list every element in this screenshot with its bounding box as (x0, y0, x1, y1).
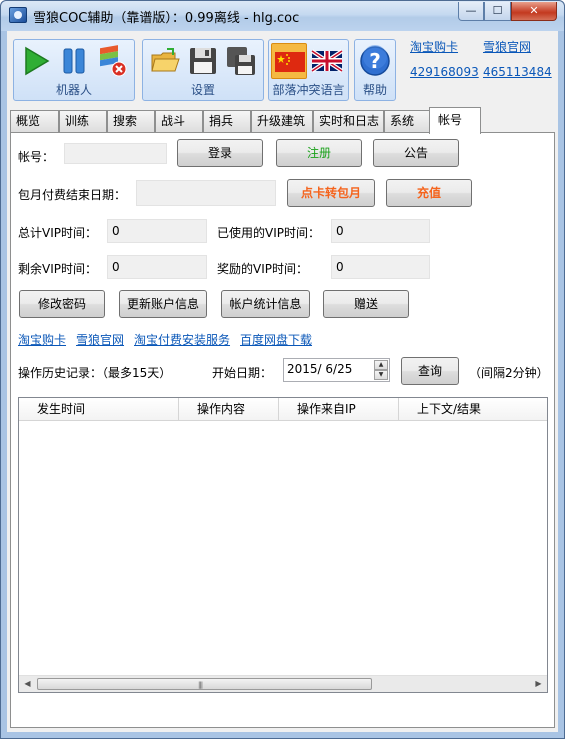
save-settings-button[interactable] (185, 43, 221, 79)
login-button[interactable]: 登录 (177, 139, 263, 167)
tab-donate[interactable]: 捐兵 (203, 110, 251, 133)
app-window: 雪狼COC辅助（靠谱版）：0.99离线 - hlg.coc — ☐ ✕ 机器人 … (0, 0, 565, 739)
toolbar-group-language-label: 部落冲突语言 (272, 83, 345, 97)
monthly-end-label: 包月付费结束日期： (18, 188, 127, 202)
toolbar-group-help: ? 帮助 (354, 39, 396, 101)
tab-upgrade[interactable]: 升级建筑 (251, 110, 313, 133)
maximize-button[interactable]: ☐ (484, 2, 511, 21)
start-date-label: 开始日期： (212, 366, 273, 380)
used-vip-label: 已使用的VIP时间： (217, 226, 320, 240)
play-icon (25, 46, 50, 76)
china-flag-icon (275, 52, 305, 72)
account-stats-button[interactable]: 帐户统计信息 (221, 290, 310, 318)
col-time[interactable]: 发生时间 (19, 398, 179, 421)
open-folder-icon (151, 48, 180, 72)
link-install-service[interactable]: 淘宝付费安装服务 (134, 331, 230, 348)
reward-vip-label: 奖励的VIP时间： (217, 262, 308, 276)
remaining-vip-field: 0 (107, 255, 207, 279)
window-title: 雪狼COC辅助（靠谱版）：0.99离线 - hlg.coc (33, 11, 300, 26)
minimize-button[interactable]: — (458, 2, 484, 21)
tab-overview[interactable]: 概览 (10, 110, 59, 133)
tab-account[interactable]: 帐号 (429, 107, 481, 134)
save-as-settings-button[interactable] (223, 43, 259, 79)
link-baidu-download[interactable]: 百度网盘下载 (240, 331, 312, 348)
link-taobao[interactable]: 淘宝购卡 (18, 331, 66, 348)
notice-button[interactable]: 公告 (373, 139, 459, 167)
card-to-monthly-button[interactable]: 点卡转包月 (287, 179, 375, 207)
gift-button[interactable]: 赠送 (323, 290, 409, 318)
link-official[interactable]: 雪狼官网 (76, 331, 124, 348)
app-icon (9, 7, 27, 23)
open-settings-button[interactable] (147, 43, 183, 79)
top-link-taobao[interactable]: 淘宝购卡 (410, 38, 458, 55)
help-icon-glyph: ? (369, 49, 381, 73)
pause-icon (63, 48, 85, 74)
toolbar-group-language: 部落冲突语言 (268, 39, 349, 101)
interval-note: （间隔2分钟） (469, 366, 549, 380)
used-vip-field: 0 (331, 219, 430, 243)
history-label: 操作历史记录：（最多15天） (18, 366, 172, 380)
monthly-end-field (136, 180, 276, 206)
col-result[interactable]: 上下文/结果 (399, 398, 547, 421)
top-link-qq-group-1[interactable]: 429168093 (410, 65, 479, 79)
toolbar-group-robot-label: 机器人 (55, 83, 92, 97)
remaining-vip-label: 剩余VIP时间： (18, 262, 97, 276)
uk-flag-icon (311, 49, 343, 73)
toolbar-group-robot: 机器人 (13, 39, 135, 101)
title-bar[interactable]: 雪狼COC辅助（靠谱版）：0.99离线 - hlg.coc — ☐ ✕ (1, 1, 564, 31)
top-link-qq-group-2[interactable]: 465113484 (483, 65, 552, 79)
date-up-arrow-icon[interactable]: ▲ (374, 360, 388, 370)
account-field[interactable] (64, 143, 167, 164)
tab-bar: 概览 训练 搜索 战斗 捐兵 升级建筑 实时和日志 系统 帐号 (10, 107, 556, 134)
pause-button[interactable] (56, 43, 92, 79)
horizontal-scrollbar[interactable]: ◀ ||| ▶ (19, 675, 547, 692)
scroll-left-arrow-icon[interactable]: ◀ (19, 676, 36, 692)
account-panel: 帐号： 登录 注册 公告 包月付费结束日期： 点卡转包月 充值 总计VIP时间：… (10, 132, 555, 728)
col-ip[interactable]: 操作来自IP (279, 398, 399, 421)
recharge-button[interactable]: 充值 (386, 179, 472, 207)
close-emulator-button[interactable] (94, 43, 130, 79)
history-table-header: 发生时间 操作内容 操作来自IP 上下文/结果 (19, 398, 547, 421)
client-area: 机器人 设置 部落冲突语言 ? 帮助 淘宝购卡 雪狼官网 429168093 4… (7, 31, 558, 732)
col-action[interactable]: 操作内容 (179, 398, 279, 421)
date-down-arrow-icon[interactable]: ▼ (374, 370, 388, 380)
scroll-right-arrow-icon[interactable]: ▶ (530, 676, 547, 692)
tab-battle[interactable]: 战斗 (155, 110, 203, 133)
account-label: 帐号： (18, 150, 55, 164)
language-chinese-button[interactable] (271, 43, 307, 79)
save-as-icon (227, 47, 255, 75)
close-button[interactable]: ✕ (511, 2, 557, 21)
language-english-button[interactable] (309, 43, 345, 79)
register-button[interactable]: 注册 (276, 139, 362, 167)
toolbar-group-settings-label: 设置 (190, 83, 215, 97)
tab-search[interactable]: 搜索 (107, 110, 155, 133)
toolbar-group-settings: 设置 (142, 39, 264, 101)
change-password-button[interactable]: 修改密码 (19, 290, 105, 318)
bluestacks-close-icon (100, 45, 127, 77)
refresh-account-button[interactable]: 更新账户信息 (119, 290, 207, 318)
help-button[interactable]: ? (357, 43, 393, 79)
start-button[interactable] (18, 43, 54, 79)
scroll-grip-icon: ||| (198, 681, 203, 689)
toolbar-group-help-label: 帮助 (362, 83, 387, 97)
scrollbar-thumb[interactable]: ||| (37, 678, 372, 690)
query-button[interactable]: 查询 (401, 357, 459, 385)
save-icon (190, 48, 216, 74)
help-icon: ? (360, 45, 390, 76)
total-vip-label: 总计VIP时间： (18, 226, 97, 240)
tab-log[interactable]: 实时和日志 (313, 110, 384, 133)
history-table[interactable]: 发生时间 操作内容 操作来自IP 上下文/结果 ◀ ||| ▶ (18, 397, 548, 693)
top-link-official[interactable]: 雪狼官网 (483, 38, 531, 55)
start-date-picker[interactable]: 2015/ 6/25 ▲ ▼ (283, 358, 390, 382)
tab-system[interactable]: 系统 (384, 110, 432, 133)
total-vip-field: 0 (107, 219, 207, 243)
reward-vip-field: 0 (331, 255, 430, 279)
start-date-value: 2015/ 6/25 (287, 362, 353, 376)
tab-train[interactable]: 训练 (59, 110, 107, 133)
